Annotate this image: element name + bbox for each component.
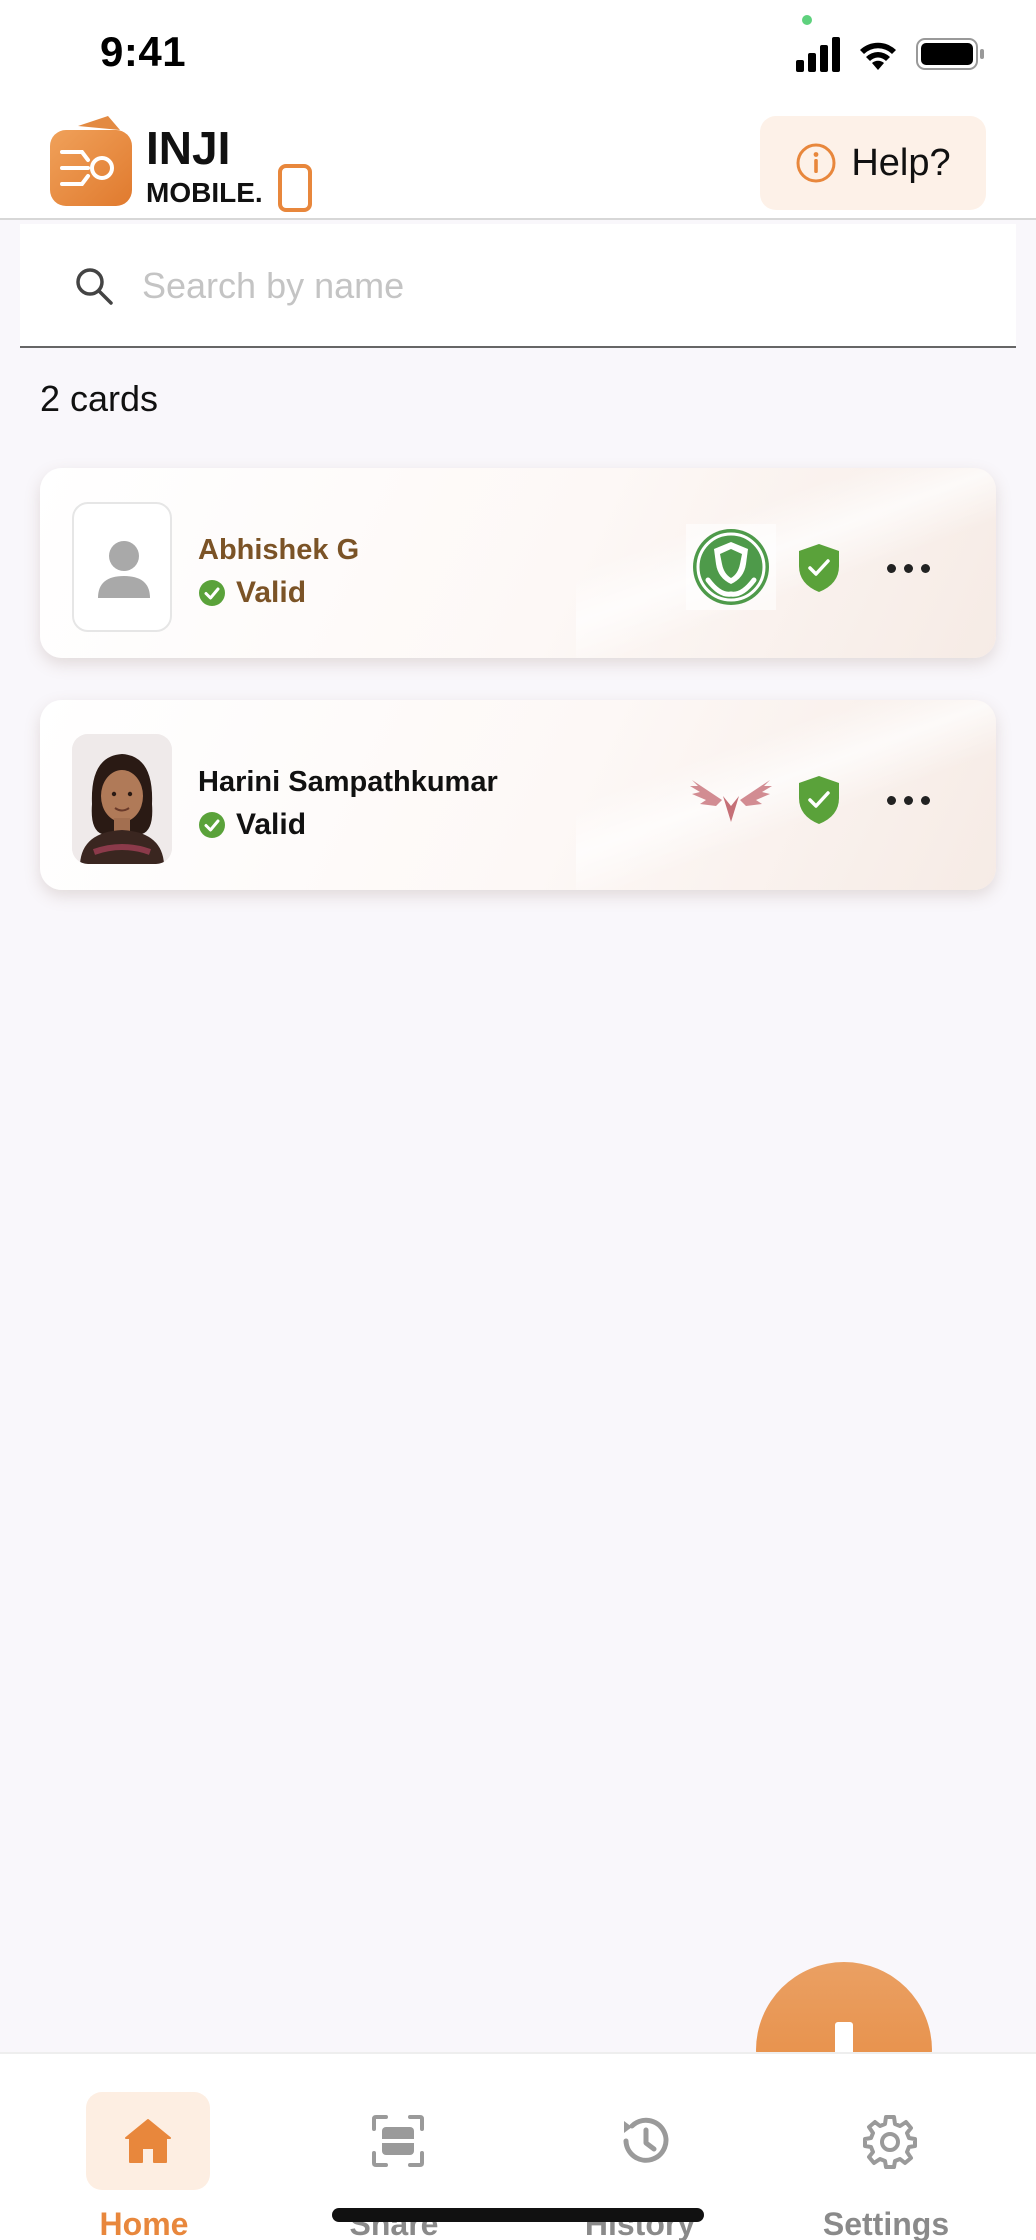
privacy-indicator-dot bbox=[802, 15, 812, 25]
more-dot-icon bbox=[920, 563, 930, 573]
card-menu-button[interactable] bbox=[878, 778, 938, 822]
search-bar bbox=[20, 224, 1016, 348]
search-input[interactable] bbox=[122, 250, 982, 322]
avatar bbox=[72, 502, 172, 632]
status-label: Valid bbox=[236, 808, 307, 841]
help-button[interactable]: Help? bbox=[760, 116, 986, 210]
profile-photo bbox=[72, 734, 172, 864]
verified-shield-icon bbox=[799, 776, 839, 824]
tab-share-icon-box bbox=[336, 2092, 460, 2190]
credential-card[interactable]: Abhishek G Valid bbox=[40, 468, 996, 658]
more-dot-icon bbox=[886, 563, 896, 573]
status-bar: 9:41 bbox=[0, 0, 1036, 108]
more-dot-icon bbox=[886, 795, 896, 805]
tab-settings[interactable]: Settings bbox=[786, 2054, 986, 2240]
credential-card[interactable]: Harini Sampathkumar Valid bbox=[40, 700, 996, 890]
verified-shield-icon bbox=[799, 544, 839, 592]
cellular-signal-icon bbox=[796, 37, 840, 72]
tab-home[interactable]: Home bbox=[44, 2054, 244, 2240]
card-status: Valid bbox=[198, 576, 306, 610]
card-holder-name: Harini Sampathkumar bbox=[198, 766, 498, 798]
home-icon bbox=[125, 2119, 171, 2163]
valid-check-icon bbox=[199, 580, 225, 606]
green-shield-hands-icon bbox=[686, 524, 776, 610]
info-icon bbox=[796, 143, 836, 183]
search-icon bbox=[76, 268, 113, 305]
history-icon bbox=[623, 2117, 669, 2163]
app-header: INJI MOBILE. Help? bbox=[0, 108, 1036, 220]
tab-settings-label: Settings bbox=[822, 2206, 950, 2240]
tab-settings-icon-box bbox=[828, 2092, 952, 2190]
svg-text:INJI: INJI bbox=[146, 122, 230, 174]
status-time: 9:41 bbox=[100, 28, 187, 75]
avatar bbox=[72, 734, 172, 864]
card-count-label: 2 cards bbox=[40, 378, 159, 419]
red-wings-icon bbox=[690, 780, 772, 822]
card-holder-name: Abhishek G bbox=[198, 534, 360, 566]
gear-icon bbox=[863, 2115, 917, 2169]
svg-text:MOBILE.: MOBILE. bbox=[146, 177, 263, 208]
home-indicator bbox=[332, 2208, 704, 2222]
scan-qr-icon bbox=[372, 2115, 424, 2167]
help-button-label: Help? bbox=[851, 141, 951, 184]
person-placeholder-icon bbox=[98, 541, 150, 598]
card-status: Valid bbox=[198, 808, 306, 842]
tab-home-label: Home bbox=[99, 2206, 189, 2240]
tab-history-icon-box bbox=[582, 2092, 706, 2190]
inji-mobile-logo: INJI MOBILE. bbox=[50, 116, 312, 212]
status-icons bbox=[796, 37, 984, 72]
status-label: Valid bbox=[236, 576, 307, 609]
battery-icon bbox=[916, 38, 984, 70]
tab-home-icon-box bbox=[86, 2092, 210, 2190]
card-menu-button[interactable] bbox=[878, 546, 938, 590]
more-dot-icon bbox=[903, 563, 913, 573]
valid-check-icon bbox=[199, 812, 225, 838]
more-dot-icon bbox=[903, 795, 913, 805]
wifi-icon bbox=[860, 42, 896, 70]
more-dot-icon bbox=[920, 795, 930, 805]
